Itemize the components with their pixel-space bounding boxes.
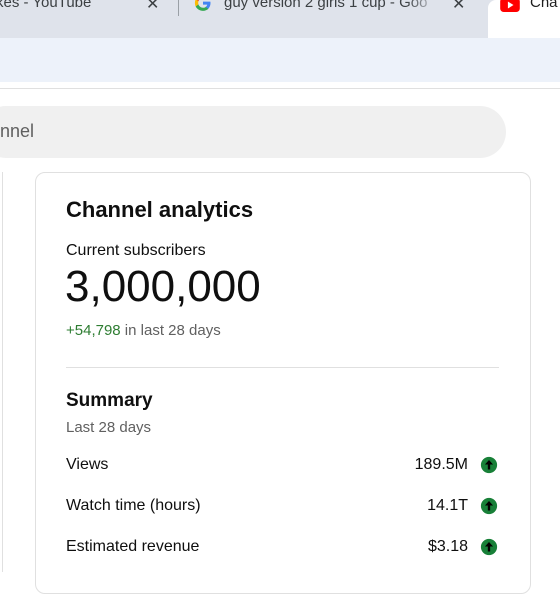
subscribers-label: Current subscribers bbox=[66, 242, 206, 259]
channel-analytics-card bbox=[35, 172, 531, 594]
metric-label: Views bbox=[66, 456, 109, 473]
metric-value: 189.5M bbox=[414, 456, 468, 473]
metric-label: Estimated revenue bbox=[66, 538, 200, 555]
address-bar[interactable] bbox=[0, 38, 560, 82]
tab-close-icon[interactable]: ✕ bbox=[452, 0, 465, 14]
tab-title: kes - YouTube bbox=[0, 0, 92, 11]
summary-title: Summary bbox=[66, 390, 153, 411]
arrow-up-circle-icon bbox=[480, 497, 498, 515]
subscribers-count: 3,000,000 bbox=[65, 262, 261, 311]
metric-label: Watch time (hours) bbox=[66, 497, 201, 514]
browser-tab-strip: kes - YouTube ✕ guy version 2 girls 1 cu… bbox=[0, 0, 560, 38]
youtube-logo-icon bbox=[500, 0, 520, 12]
tab-title: Cha bbox=[530, 0, 558, 11]
metric-row-watch-time: Watch time (hours) 14.1T bbox=[66, 497, 498, 521]
metric-row-revenue: Estimated revenue $3.18 bbox=[66, 538, 498, 562]
tab-youtube[interactable]: kes - YouTube ✕ bbox=[0, 0, 175, 30]
metric-value: $3.18 bbox=[427, 538, 468, 555]
card-title: Channel analytics bbox=[66, 197, 254, 222]
subscribers-delta: +54,798 in last 28 days bbox=[66, 322, 221, 339]
search-input[interactable]: nnel bbox=[0, 106, 506, 158]
metric-value: 14.1T bbox=[427, 497, 468, 514]
summary-period: Last 28 days bbox=[66, 419, 152, 436]
page-divider bbox=[0, 88, 560, 89]
tab-youtube-channel[interactable]: Cha bbox=[488, 0, 560, 38]
tab-separator bbox=[178, 0, 179, 16]
browser-toolbar bbox=[0, 38, 560, 82]
tab-google-search[interactable]: guy version 2 girls 1 cup - Goo ✕ bbox=[186, 0, 480, 30]
tab-close-icon[interactable]: ✕ bbox=[146, 0, 159, 14]
subscribers-delta-period: in last 28 days bbox=[120, 322, 221, 339]
metric-row-views: Views 189.5M bbox=[66, 456, 498, 480]
arrow-up-circle-icon bbox=[480, 538, 498, 556]
arrow-up-circle-icon bbox=[480, 456, 498, 474]
card-divider bbox=[66, 367, 499, 368]
subscribers-delta-value: +54,798 bbox=[66, 322, 121, 339]
search-input-text: nnel bbox=[0, 121, 35, 141]
left-card-edge bbox=[0, 172, 3, 572]
tab-title: guy version 2 girls 1 cup - Goo bbox=[224, 0, 428, 11]
